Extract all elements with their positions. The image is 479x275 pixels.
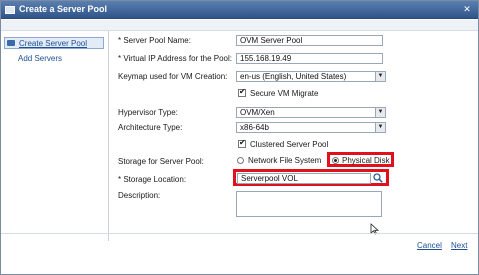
search-icon[interactable] [372,173,384,184]
keymap-value: en-us (English, United States) [240,72,347,81]
cancel-button[interactable]: Cancel [417,241,442,250]
architecture-type-value: x86-64b [240,123,269,132]
checkmark-icon: ✔ [239,87,246,96]
create-server-pool-dialog: Create a Server Pool ✕ Create Server Poo… [0,0,479,275]
window-icon [5,6,15,14]
hypervisor-type-label: Hypervisor Type: [118,108,178,117]
physical-disk-label: Physical Disk [342,156,390,165]
dialog-title: Create a Server Pool [19,4,108,14]
header-strip [1,20,478,31]
description-label: Description: [118,191,161,200]
nav-item-label: Create Server Pool [19,39,88,48]
nav-item-create-server-pool[interactable]: Create Server Pool [4,37,104,49]
hypervisor-type-value: OVM/Xen [240,108,275,117]
storage-for-pool-label: Storage for Server Pool: [118,157,204,166]
footer-divider [1,233,478,234]
architecture-type-label: Architecture Type: [118,123,183,132]
next-button[interactable]: Next [451,241,467,250]
server-pool-name-input[interactable]: OVM Server Pool [236,35,383,46]
clustered-server-pool-label: Clustered Server Pool [250,140,329,149]
description-textarea[interactable] [236,191,382,217]
hypervisor-type-select[interactable]: OVM/Xen ▼ [236,107,386,118]
virtual-ip-label: * Virtual IP Address for the Pool: [118,54,232,63]
magnifier-glyph [373,173,383,183]
current-step-icon [7,40,15,46]
radio-physical-disk[interactable] [332,157,339,164]
architecture-type-select[interactable]: x86-64b ▼ [236,122,386,133]
checkmark-icon: ✔ [239,138,246,147]
wizard-steps-nav: Create Server Pool Add Servers [4,34,106,234]
storage-location-label: * Storage Location: [118,175,187,184]
chevron-down-icon: ▼ [375,108,385,117]
virtual-ip-input[interactable]: 155.168.19.49 [236,53,383,64]
nav-item-label: Add Servers [18,54,63,63]
storage-location-input[interactable]: Serverpool VOL [237,173,371,184]
close-icon[interactable]: ✕ [461,4,473,15]
nav-item-add-servers[interactable]: Add Servers [4,53,104,65]
nav-divider [108,31,109,241]
keymap-label: Keymap used for VM Creation: [118,72,228,81]
chevron-down-icon: ▼ [375,72,385,81]
server-pool-name-label: * Server Pool Name: [118,36,191,45]
dialog-titlebar: Create a Server Pool ✕ [1,1,478,19]
chevron-down-icon: ▼ [375,123,385,132]
clustered-server-pool-checkbox[interactable]: ✔ [238,138,246,148]
secure-vm-migrate-label: Secure VM Migrate [250,89,319,98]
secure-vm-migrate-checkbox[interactable]: ✔ [238,87,246,97]
keymap-select[interactable]: en-us (English, United States) ▼ [236,71,386,82]
network-file-system-label: Network File System [248,156,322,165]
radio-network-file-system[interactable] [237,157,244,164]
